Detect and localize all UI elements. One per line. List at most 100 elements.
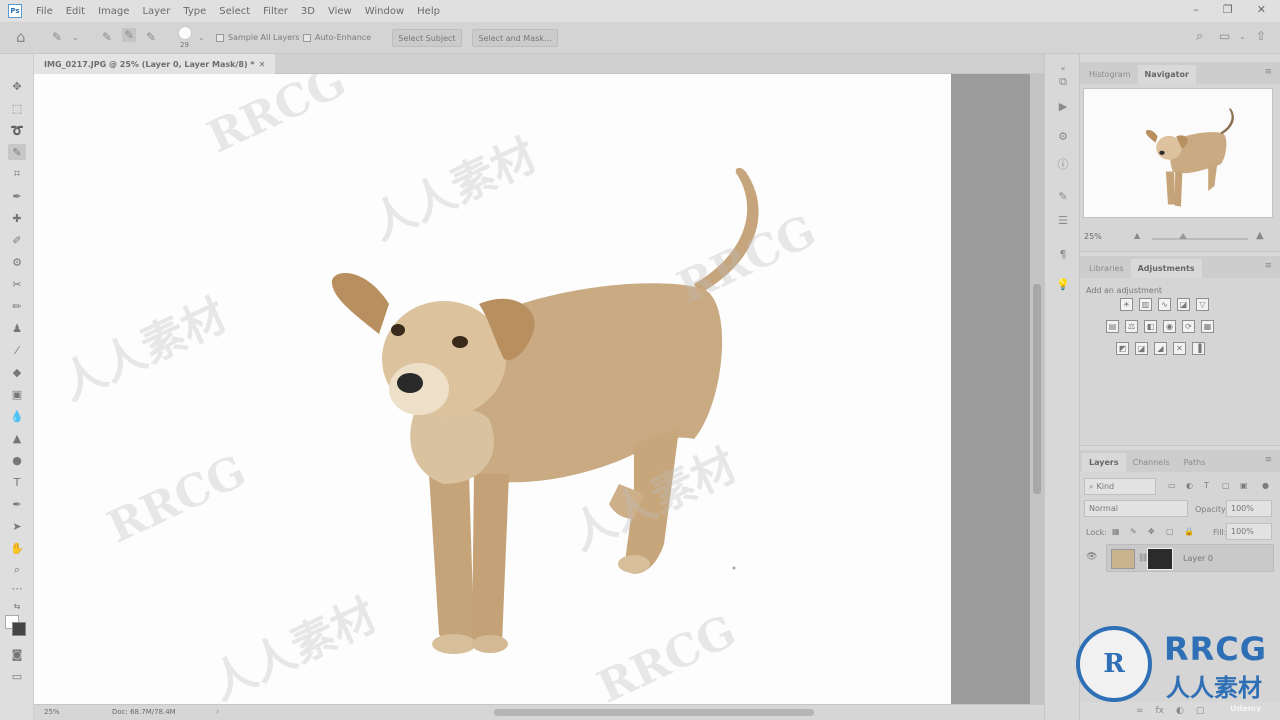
select-and-mask-button[interactable]: Select and Mask...: [472, 29, 558, 47]
filter-shape-icon[interactable]: ▢: [1222, 481, 1230, 490]
healing-brush-tool-icon[interactable]: ✚: [8, 210, 26, 226]
lock-transparent-icon[interactable]: ▦: [1112, 527, 1120, 536]
fx-icon[interactable]: fx: [1156, 706, 1165, 716]
filter-smart-object-icon[interactable]: ▣: [1240, 481, 1248, 490]
filter-pixel-icon[interactable]: ▭: [1168, 481, 1176, 490]
navigator-zoom-value[interactable]: 25%: [1084, 232, 1102, 241]
add-mask-icon[interactable]: ◐: [1176, 706, 1184, 716]
add-to-selection-icon[interactable]: ✎: [122, 28, 137, 42]
history-icon[interactable]: ⧉: [1055, 74, 1071, 90]
menu-help[interactable]: Help: [417, 6, 440, 17]
zoom-tool-icon[interactable]: ⌕: [8, 562, 26, 578]
filter-type-icon[interactable]: T: [1204, 481, 1209, 490]
tab-histogram[interactable]: Histogram: [1082, 65, 1138, 84]
minimize-button[interactable]: –: [1193, 3, 1199, 16]
threshold-icon[interactable]: ◢: [1154, 342, 1167, 355]
quick-selection-preset-icon[interactable]: ✎: [52, 30, 62, 44]
paint-brush-icon[interactable]: ✏: [8, 298, 26, 314]
home-icon[interactable]: ⌂: [16, 28, 26, 46]
quick-mask-icon[interactable]: ◙: [8, 646, 26, 662]
menu-select[interactable]: Select: [219, 6, 250, 17]
menu-view[interactable]: View: [328, 6, 352, 17]
brush-preview-icon[interactable]: [178, 26, 192, 40]
paragraph-icon[interactable]: ¶: [1055, 246, 1071, 262]
tab-navigator[interactable]: Navigator: [1137, 65, 1196, 84]
status-zoom[interactable]: 25%: [44, 708, 60, 716]
layer-mask-thumbnail[interactable]: [1147, 548, 1173, 570]
type-tool-icon[interactable]: T: [8, 474, 26, 490]
layer-row[interactable]: ⛓ Layer 0: [1106, 544, 1274, 572]
marquee-tool-icon[interactable]: ⬚: [8, 100, 26, 116]
close-tab-icon[interactable]: ✕: [259, 60, 266, 69]
lock-all-icon[interactable]: 🔒: [1184, 527, 1194, 536]
posterize-icon[interactable]: ◪: [1135, 342, 1148, 355]
sample-all-layers-checkbox[interactable]: [216, 34, 224, 42]
pen-tool-icon[interactable]: ✒: [8, 496, 26, 512]
chevron-down-icon[interactable]: ⌄: [72, 33, 79, 42]
blur-tool-icon[interactable]: 💧: [8, 408, 26, 424]
layer-filter-kind[interactable]: ⌕ Kind: [1084, 478, 1156, 495]
tab-libraries[interactable]: Libraries: [1082, 259, 1131, 278]
auto-enhance-checkbox[interactable]: [303, 34, 311, 42]
lock-artboard-icon[interactable]: ▢: [1166, 527, 1174, 536]
clone-stamp-tool-icon[interactable]: ⚙: [8, 254, 26, 270]
menu-file[interactable]: File: [36, 6, 53, 17]
navigator-zoom-slider[interactable]: [1152, 238, 1248, 240]
more-tools-icon[interactable]: ⋯: [8, 580, 26, 596]
filter-adjustment-icon[interactable]: ◐: [1186, 481, 1193, 490]
hue-saturation-icon[interactable]: ▤: [1106, 320, 1119, 333]
crop-tool-icon[interactable]: ⌗: [8, 166, 26, 182]
tool-presets-icon[interactable]: ☰: [1055, 212, 1071, 228]
vertical-scrollbar-thumb[interactable]: [1033, 284, 1041, 494]
info-icon[interactable]: ⓘ: [1055, 156, 1071, 172]
brush-settings-icon[interactable]: ✎: [1055, 188, 1071, 204]
dodge-tool-icon[interactable]: ●: [8, 452, 26, 468]
share-icon[interactable]: ⇧: [1256, 29, 1266, 43]
tab-paths[interactable]: Paths: [1177, 453, 1213, 472]
background-color-swatch[interactable]: [12, 622, 26, 636]
move-tool-icon[interactable]: ✥: [8, 78, 26, 94]
levels-icon[interactable]: ▥: [1139, 298, 1152, 311]
gradient-tool-icon[interactable]: ▣: [8, 386, 26, 402]
opacity-input[interactable]: 100%: [1226, 500, 1272, 517]
document-canvas[interactable]: RRCG 人人素材 RRCG 人人素材 RRCG 人人素材 RRCG 人人素材: [34, 74, 951, 704]
zoom-out-icon[interactable]: ▲: [1134, 231, 1140, 240]
screen-mode-icon[interactable]: ▭: [8, 668, 26, 684]
properties-icon[interactable]: ⚙: [1055, 128, 1071, 144]
menu-image[interactable]: Image: [98, 6, 129, 17]
curves-icon[interactable]: ∿: [1158, 298, 1171, 311]
tab-adjustments[interactable]: Adjustments: [1130, 259, 1202, 278]
black-white-icon[interactable]: ◧: [1144, 320, 1157, 333]
color-balance-icon[interactable]: ⚖: [1125, 320, 1138, 333]
layer-name[interactable]: Layer 0: [1183, 554, 1213, 563]
menu-type[interactable]: Type: [183, 6, 206, 17]
invert-icon[interactable]: ◩: [1116, 342, 1129, 355]
panel-menu-icon[interactable]: ≡: [1264, 455, 1272, 465]
horizontal-scrollbar-thumb[interactable]: [494, 709, 814, 716]
channel-mixer-icon[interactable]: ⟳: [1182, 320, 1195, 333]
photo-filter-icon[interactable]: ◉: [1163, 320, 1176, 333]
new-adjustment-icon[interactable]: ▢: [1196, 706, 1205, 716]
status-chevron-right-icon[interactable]: ›: [216, 707, 219, 716]
fill-input[interactable]: 100%: [1226, 523, 1272, 540]
navigator-zoom-slider-knob[interactable]: [1179, 233, 1187, 239]
selective-color-icon[interactable]: ✕: [1173, 342, 1186, 355]
filter-toggle-icon[interactable]: ●: [1262, 481, 1269, 490]
close-window-button[interactable]: ✕: [1257, 3, 1266, 16]
eraser-tool-icon[interactable]: ◆: [8, 364, 26, 380]
select-subject-button[interactable]: Select Subject: [392, 29, 462, 47]
eyedropper-tool-icon[interactable]: ✒: [8, 188, 26, 204]
stamp-tool-icon[interactable]: ♟: [8, 320, 26, 336]
menu-window[interactable]: Window: [365, 6, 404, 17]
workspace-icon[interactable]: ▭: [1219, 29, 1230, 43]
layer-thumbnail[interactable]: [1111, 549, 1135, 569]
brush-tool-icon[interactable]: ✐: [8, 232, 26, 248]
tab-channels[interactable]: Channels: [1126, 453, 1177, 472]
path-selection-tool-icon[interactable]: ➤: [8, 518, 26, 534]
quick-selection-tool-icon[interactable]: ✎: [8, 144, 26, 160]
menu-layer[interactable]: Layer: [142, 6, 170, 17]
gradient-map-icon[interactable]: ▐: [1192, 342, 1205, 355]
art-history-brush-icon[interactable]: ⁄: [8, 342, 26, 358]
new-selection-icon[interactable]: ✎: [102, 30, 112, 44]
color-lookup-icon[interactable]: ▦: [1201, 320, 1214, 333]
